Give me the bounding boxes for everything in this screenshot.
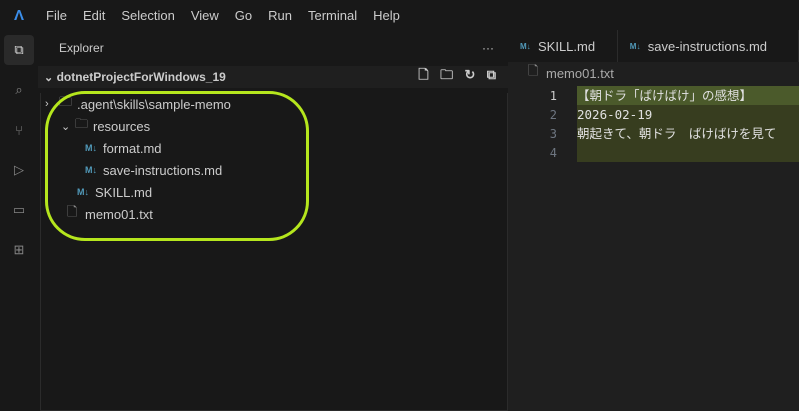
tab-label: SKILL.md: [538, 38, 596, 54]
tree-item-label: format.md: [103, 140, 162, 156]
chevron-down-icon: ⌄: [44, 72, 54, 84]
tree-item-label: memo01.txt: [85, 206, 153, 222]
code-line[interactable]: 2 2026-02-19: [508, 105, 799, 124]
chevron-down-icon: ⌄: [61, 120, 71, 133]
markdown-icon: M↓: [77, 187, 89, 197]
file-tree: › 🗀 .agent\skills\sample-memo ⌄ 🗀 resources M↓…: [40, 93, 508, 411]
tree-item[interactable]: 🗋 memo01.txt: [41, 203, 507, 225]
tree-item[interactable]: M↓ format.md: [41, 137, 507, 159]
markdown-icon: M↓: [520, 41, 531, 51]
explorer-sidebar: Explorer ··· ⌄ dotnetProjectForWindows_19…: [38, 30, 508, 411]
editor: M↓ SKILL.md M↓ save-instructions.md 🗋 memo01…: [508, 30, 799, 411]
menu-file[interactable]: File: [38, 8, 75, 23]
explorer-icon[interactable]: ⧉: [0, 30, 38, 70]
menu-bar: Λ File Edit Selection View Go Run Terminal Help: [0, 0, 799, 30]
source-control-icon[interactable]: ⑂: [0, 110, 38, 150]
menu-help[interactable]: Help: [365, 8, 408, 23]
tab-label: save-instructions.md: [647, 38, 768, 54]
editor-tab[interactable]: M↓ SKILL.md: [508, 30, 618, 62]
line-number: 2: [549, 107, 557, 122]
activity-bar: ⧉ ⌕ ⑂ ▷ ▭ ⊞: [0, 30, 38, 411]
file-icon: 🗋: [528, 63, 539, 78]
explorer-title: Explorer: [59, 41, 104, 55]
tree-item-label: .agent\skills\sample-memo: [77, 96, 231, 112]
refresh-icon[interactable]: ↻: [464, 67, 475, 82]
workspace-root[interactable]: ⌄ dotnetProjectForWindows_19 🗋 🗀 ↻ ⧉: [38, 66, 508, 88]
line-text: 【朝ドラ「ばけばけ」の感想】: [577, 86, 799, 105]
more-actions-button[interactable]: ···: [482, 41, 494, 55]
markdown-icon: M↓: [85, 165, 97, 175]
menu-terminal[interactable]: Terminal: [300, 8, 365, 23]
code-line[interactable]: 1 【朝ドラ「ばけばけ」の感想】: [508, 86, 799, 105]
tree-item[interactable]: M↓ save-instructions.md: [41, 159, 507, 181]
markdown-icon: M↓: [85, 143, 97, 153]
line-text: 朝起きて、朝ドラ ばけばけを見て: [577, 124, 799, 143]
new-file-icon[interactable]: 🗋: [418, 67, 428, 82]
line-text: [577, 143, 799, 162]
breadcrumb-file: memo01.txt: [546, 65, 614, 81]
menu-go[interactable]: Go: [227, 8, 260, 23]
file-icon: 🗋: [67, 204, 78, 219]
menu-view[interactable]: View: [183, 8, 227, 23]
tree-item[interactable]: M↓ SKILL.md: [41, 181, 507, 203]
menu-run[interactable]: Run: [260, 8, 300, 23]
extensions-icon[interactable]: ⊞: [0, 230, 38, 270]
markdown-icon: M↓: [629, 41, 641, 51]
tree-item[interactable]: › 🗀 .agent\skills\sample-memo: [41, 93, 507, 115]
tree-item-label: SKILL.md: [95, 184, 153, 200]
code-line[interactable]: 3 朝起きて、朝ドラ ばけばけを見て: [508, 124, 799, 143]
line-number: 3: [549, 126, 557, 141]
menu-selection[interactable]: Selection: [113, 8, 182, 23]
tree-item[interactable]: ⌄ 🗀 resources: [41, 115, 507, 137]
line-number: 4: [549, 145, 557, 160]
chevron-right-icon: ›: [45, 98, 49, 110]
tree-item-label: resources: [93, 118, 151, 134]
run-debug-icon[interactable]: ▷: [0, 150, 38, 190]
line-text: 2026-02-19: [577, 105, 799, 124]
breadcrumb[interactable]: 🗋 memo01.txt: [508, 62, 799, 84]
code-line[interactable]: 4: [508, 143, 799, 162]
menu-edit[interactable]: Edit: [75, 8, 113, 23]
workspace-name: dotnetProjectForWindows_19: [56, 70, 226, 84]
collapse-all-icon[interactable]: ⧉: [487, 67, 496, 82]
tree-item-label: save-instructions.md: [103, 162, 223, 178]
search-icon[interactable]: ⌕: [0, 70, 38, 110]
editor-tab[interactable]: M↓ save-instructions.md: [617, 30, 799, 62]
new-folder-icon[interactable]: 🗀: [440, 67, 453, 82]
folder-icon: 🗀: [75, 116, 89, 131]
remote-explorer-icon[interactable]: ▭: [0, 190, 38, 230]
line-number: 1: [549, 88, 557, 103]
folder-icon: 🗀: [59, 94, 73, 109]
app-logo-icon: Λ: [13, 6, 24, 24]
